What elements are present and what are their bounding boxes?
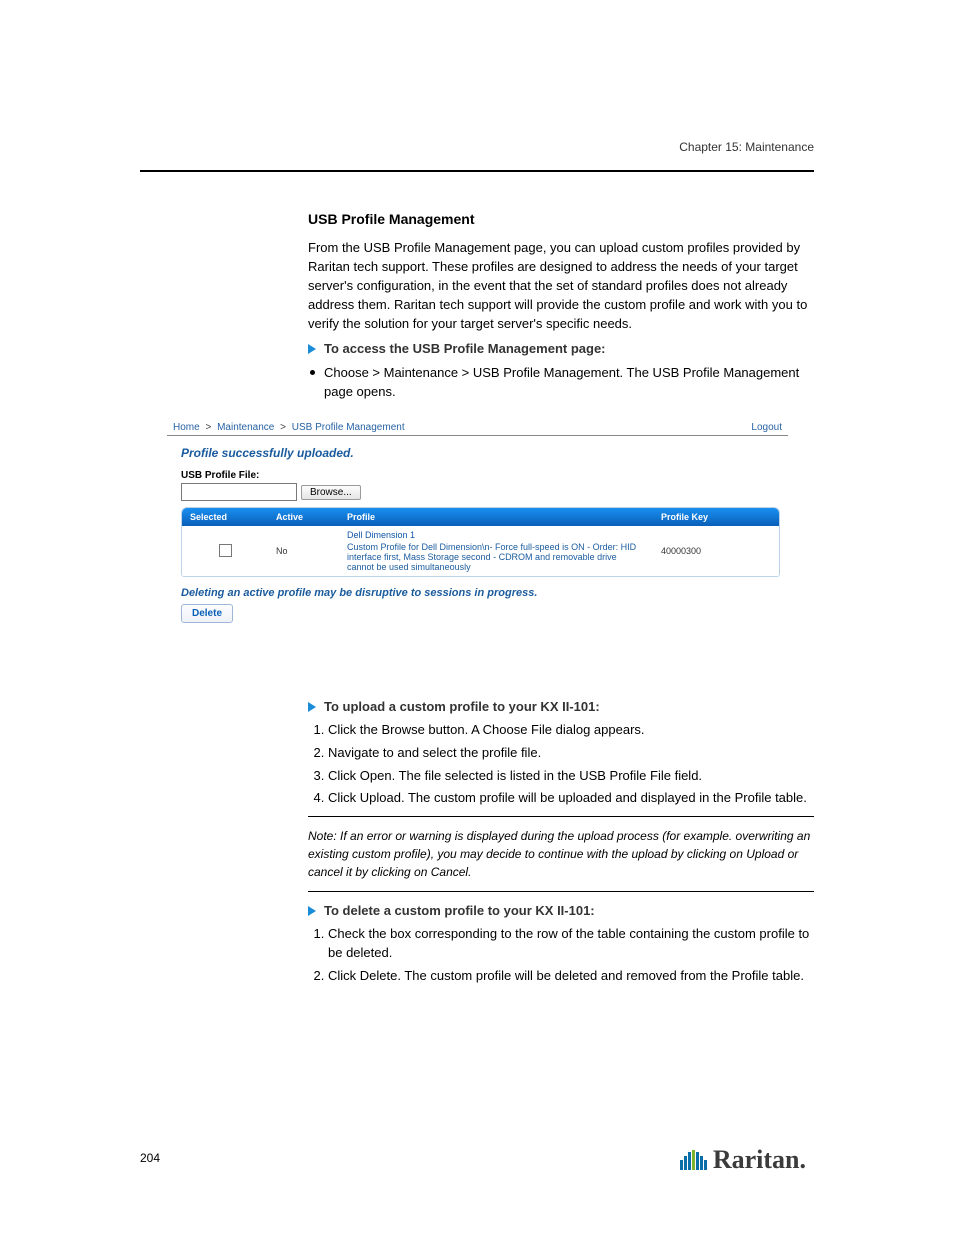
procedures-block: To upload a custom profile to your KX II… xyxy=(308,692,814,994)
procedure-heading-2: To upload a custom profile to your KX II… xyxy=(308,698,814,717)
note-rule-top xyxy=(308,816,814,817)
col-active: Active xyxy=(268,508,339,526)
procedure-heading-1: To access the USB Profile Management pag… xyxy=(308,340,814,359)
browse-button[interactable]: Browse... xyxy=(301,485,361,500)
note-text: Note: If an error or warning is displaye… xyxy=(308,821,814,887)
list-item: Click the Browse button. A Choose File d… xyxy=(328,721,814,740)
list-item: Check the box corresponding to the row o… xyxy=(328,925,814,963)
list-item: Click Delete. The custom profile will be… xyxy=(328,967,814,986)
procedure-heading-3: To delete a custom profile to your KX II… xyxy=(308,902,814,921)
breadcrumb: Home > Maintenance > USB Profile Managem… xyxy=(173,422,405,433)
chapter-header: Chapter 15: Maintenance xyxy=(679,140,814,154)
list-item: Click Open. The file selected is listed … xyxy=(328,767,814,786)
note-rule-bottom xyxy=(308,891,814,892)
breadcrumb-home[interactable]: Home xyxy=(173,422,200,433)
row-select-checkbox[interactable] xyxy=(219,544,232,557)
delete-warning: Deleting an active profile may be disrup… xyxy=(181,587,788,599)
intro-block: USB Profile Management From the USB Prof… xyxy=(308,205,814,408)
procedure-3-text: To delete a custom profile to your KX II… xyxy=(324,903,595,918)
section-heading: USB Profile Management xyxy=(308,209,814,229)
upload-steps: Click the Browse button. A Choose File d… xyxy=(308,721,814,808)
profile-table: Selected Active Profile Profile Key No D… xyxy=(181,507,780,577)
play-icon xyxy=(308,344,316,354)
cell-key: 40000300 xyxy=(653,526,779,576)
col-key: Profile Key xyxy=(653,508,779,526)
brand-logo: Raritan. xyxy=(680,1145,806,1175)
table-row: No Dell Dimension 1 Custom Profile for D… xyxy=(182,526,779,576)
brand-name: Raritan. xyxy=(713,1145,806,1175)
delete-button[interactable]: Delete xyxy=(181,604,233,623)
play-icon xyxy=(308,906,316,916)
logo-bars-icon xyxy=(680,1150,707,1170)
intro-paragraph: From the USB Profile Management page, yo… xyxy=(308,239,814,333)
logout-link[interactable]: Logout xyxy=(751,422,782,433)
profile-desc: Custom Profile for Dell Dimension\n- For… xyxy=(347,542,636,572)
header-rule xyxy=(140,170,814,172)
status-message: Profile successfully uploaded. xyxy=(181,446,788,460)
breadcrumb-current: USB Profile Management xyxy=(292,422,405,433)
profile-title: Dell Dimension 1 xyxy=(347,530,645,540)
play-icon xyxy=(308,702,316,712)
note-block: Note: If an error or warning is displaye… xyxy=(308,816,814,892)
col-selected: Selected xyxy=(182,508,268,526)
procedure-1-step: Choose > Maintenance > USB Profile Manag… xyxy=(308,364,814,402)
breadcrumb-bar: Home > Maintenance > USB Profile Managem… xyxy=(167,420,788,436)
usb-profile-file-input[interactable] xyxy=(181,483,297,501)
page-number: 204 xyxy=(140,1151,160,1165)
usb-profile-screenshot: Home > Maintenance > USB Profile Managem… xyxy=(167,420,788,670)
procedure-1-text: To access the USB Profile Management pag… xyxy=(324,341,606,356)
file-field-label: USB Profile File: xyxy=(181,470,259,481)
cell-active: No xyxy=(268,526,339,576)
cell-profile: Dell Dimension 1 Custom Profile for Dell… xyxy=(339,526,653,576)
delete-steps: Check the box corresponding to the row o… xyxy=(308,925,814,986)
col-profile: Profile xyxy=(339,508,653,526)
list-item: Click Upload. The custom profile will be… xyxy=(328,789,814,808)
procedure-2-text: To upload a custom profile to your KX II… xyxy=(324,699,600,714)
list-item: Navigate to and select the profile file. xyxy=(328,744,814,763)
breadcrumb-maintenance[interactable]: Maintenance xyxy=(217,422,274,433)
